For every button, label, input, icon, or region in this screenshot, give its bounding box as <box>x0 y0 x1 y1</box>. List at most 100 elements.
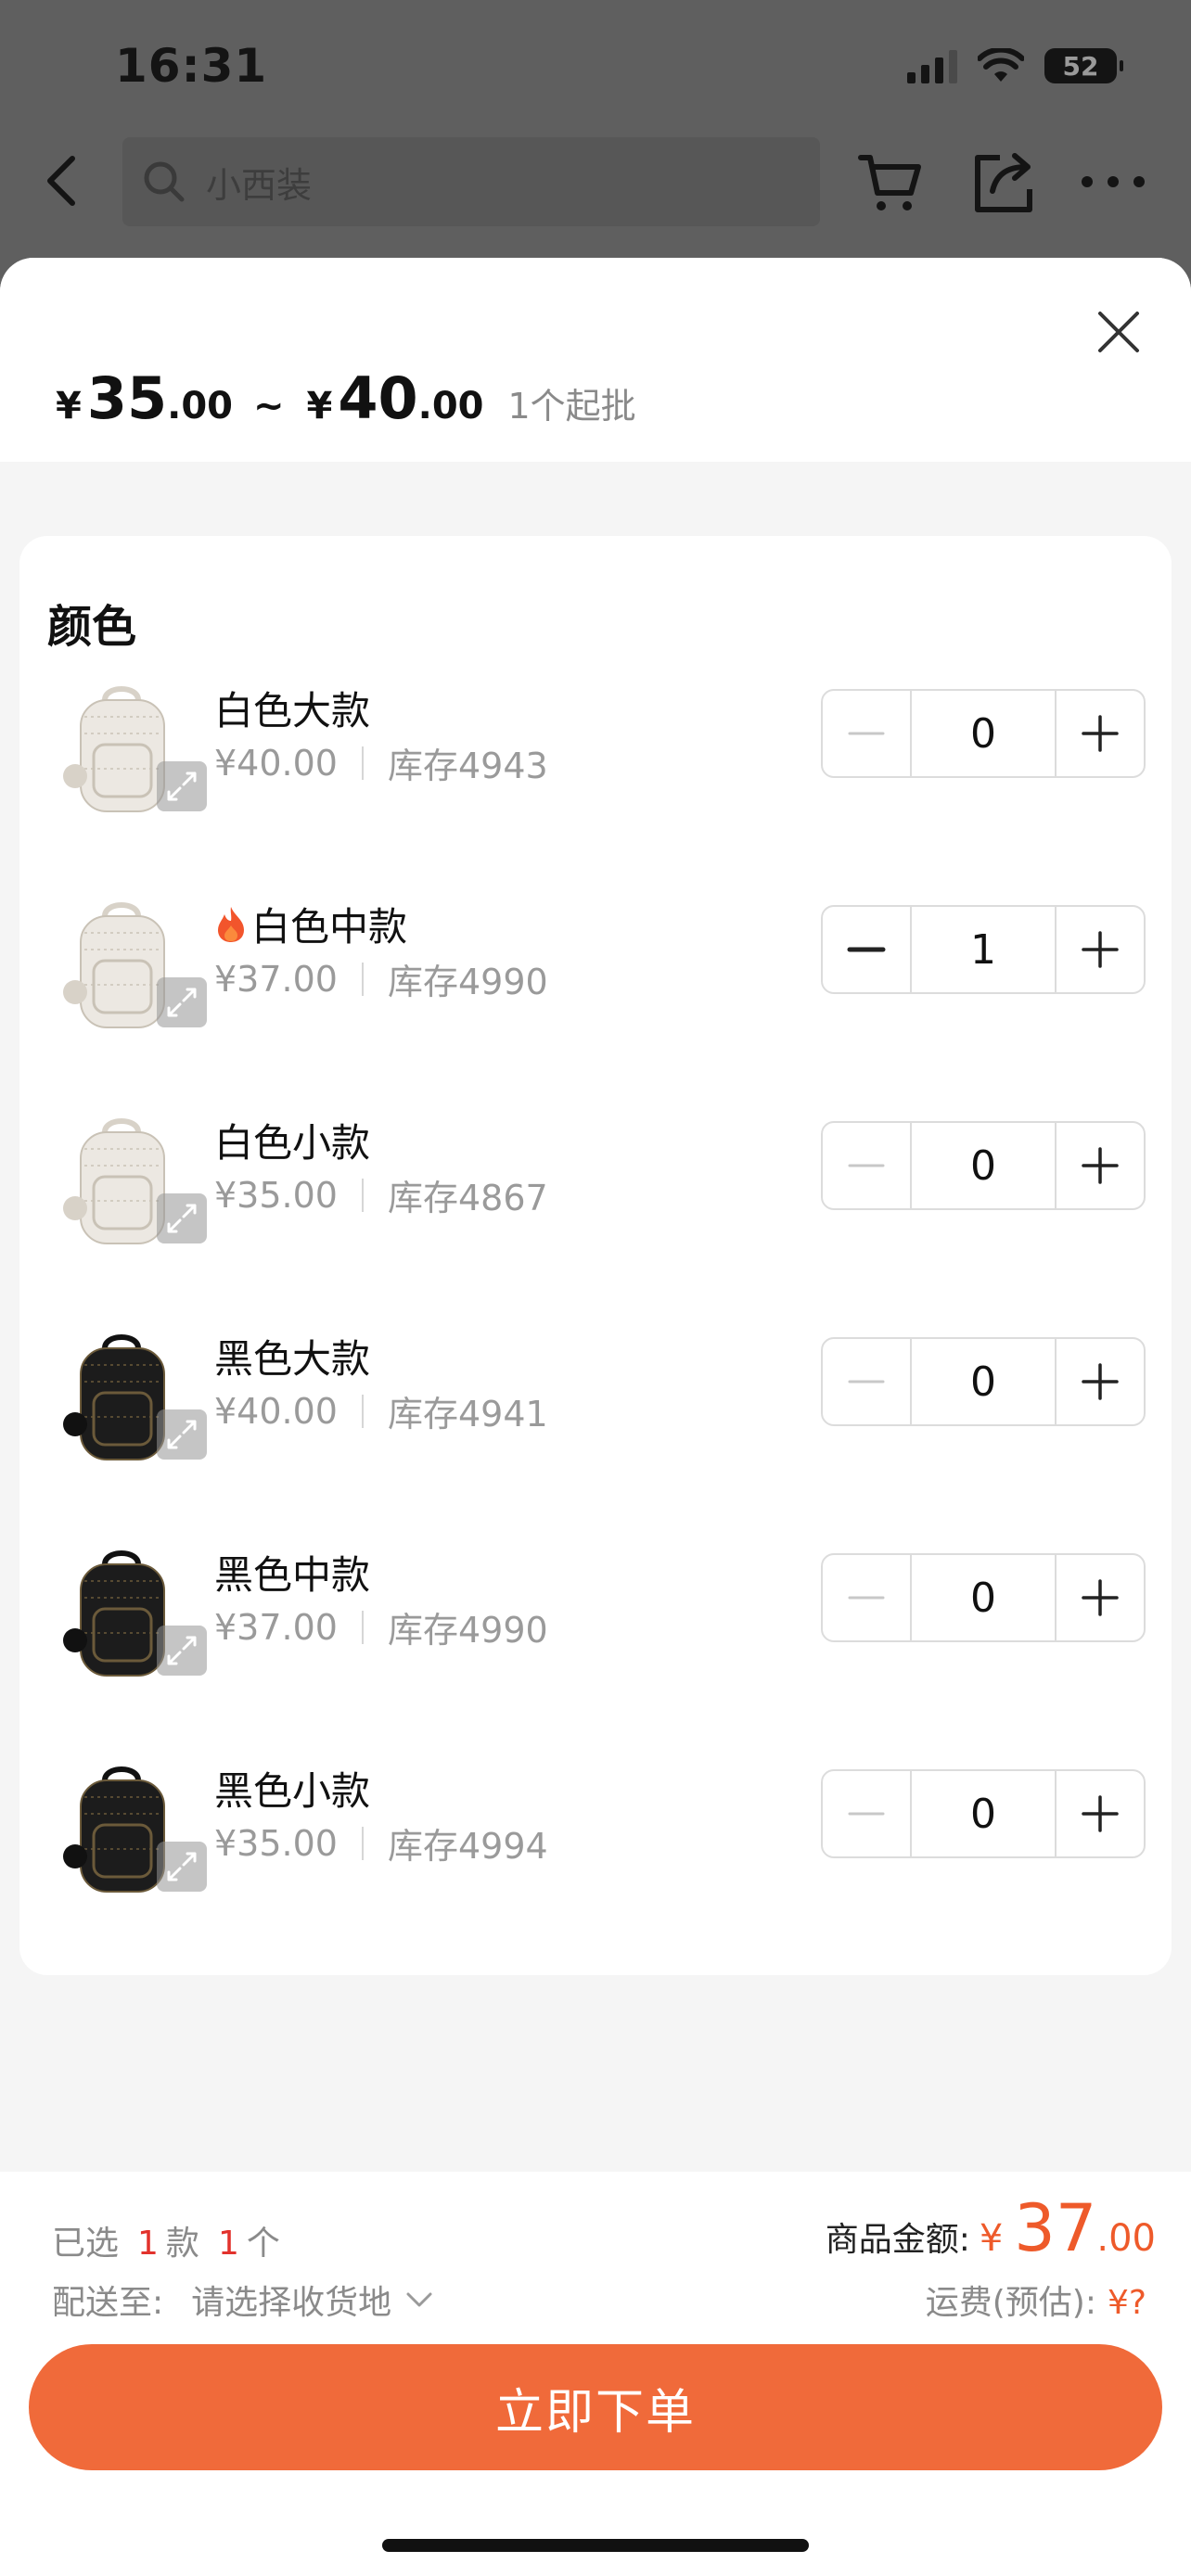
variant-name: 黑色中款 <box>214 1544 370 1600</box>
quantity-value[interactable]: 0 <box>910 1339 1057 1424</box>
cart-icon[interactable] <box>857 148 924 215</box>
expand-icon[interactable] <box>157 1193 207 1243</box>
variant-name-text: 黑色中款 <box>214 1552 371 1598</box>
quantity-value[interactable]: 0 <box>910 1771 1057 1856</box>
variant-price: ¥40.00 <box>214 1390 338 1432</box>
ship-to-selector[interactable]: 配送至: 请选择收货地 <box>52 2276 436 2324</box>
chevron-down-icon <box>406 2292 432 2307</box>
selected-item-count: 1 <box>217 2225 239 2263</box>
divider <box>361 1610 364 1644</box>
divider <box>361 962 364 996</box>
quantity-stepper: 0 <box>821 1553 1146 1642</box>
variant-name-text: 白色小款 <box>214 1120 371 1166</box>
section-title: 颜色 <box>47 601 137 653</box>
variant-price: ¥35.00 <box>214 1174 338 1216</box>
hot-flame-icon <box>218 906 244 942</box>
variant-row: 黑色中款 ¥37.00 库存4990 0 <box>19 1544 1172 1711</box>
price-max-decimal: .00 <box>417 385 484 427</box>
increment-button[interactable] <box>1057 907 1144 992</box>
variant-row: 白色大款 ¥40.00 库存4943 0 <box>19 680 1172 847</box>
quantity-value[interactable]: 1 <box>910 907 1057 992</box>
price-max-integer: 40 <box>338 364 418 432</box>
close-icon[interactable] <box>1093 306 1145 358</box>
place-order-button[interactable]: 立即下单 <box>29 2344 1162 2470</box>
share-icon[interactable] <box>972 148 1035 215</box>
currency-symbol: ¥ <box>56 385 82 427</box>
divider <box>361 1826 364 1860</box>
freight-label: 运费(预估): <box>925 2284 1096 2322</box>
variant-meta: ¥37.00 库存4990 <box>214 1601 548 1652</box>
variant-name-text: 黑色小款 <box>214 1768 371 1814</box>
variant-row: 黑色大款 ¥40.00 库存4941 0 <box>19 1328 1172 1495</box>
variant-name: 黑色小款 <box>214 1760 370 1817</box>
min-order-label: 1个起批 <box>507 386 636 427</box>
increment-button[interactable] <box>1057 691 1144 776</box>
freight-estimate: 运费(预估): ¥? <box>926 2276 1146 2324</box>
goods-amount: 商品金额: ¥ 37 .00 <box>826 2190 1156 2266</box>
home-indicator <box>382 2539 809 2552</box>
cellular-signal-icon <box>907 48 957 83</box>
decrement-button[interactable] <box>823 907 910 992</box>
product-thumbnail[interactable] <box>57 1544 207 1683</box>
price-min-integer: 35 <box>86 364 168 432</box>
order-footer: 已选 1 款 1 个 商品金额: ¥ 37 .00 配送至: 请选择收货地 运费(预估)… <box>0 2172 1191 2576</box>
wifi-icon <box>978 48 1024 82</box>
amount-currency: ¥ <box>979 2217 1004 2260</box>
styles-unit: 款 <box>165 2225 199 2263</box>
expand-icon[interactable] <box>157 1409 207 1460</box>
minus-icon <box>848 1380 885 1384</box>
expand-icon[interactable] <box>157 1842 207 1892</box>
product-thumbnail[interactable] <box>57 1328 207 1467</box>
selected-styles-count: 1 <box>137 2225 159 2263</box>
product-thumbnail[interactable] <box>57 1112 207 1251</box>
amount-decimal: .00 <box>1096 2217 1156 2260</box>
decrement-button[interactable] <box>823 1339 910 1424</box>
variant-name: 白色小款 <box>214 1112 370 1168</box>
expand-icon[interactable] <box>157 761 207 811</box>
back-arrow-icon[interactable] <box>43 153 80 209</box>
increment-button[interactable] <box>1057 1339 1144 1424</box>
selection-summary: 已选 1 款 1 个 <box>52 2216 280 2264</box>
variant-stock: 库存4867 <box>387 1178 548 1218</box>
minus-icon <box>847 947 886 952</box>
count-unit: 个 <box>246 2225 280 2263</box>
increment-button[interactable] <box>1057 1771 1144 1856</box>
variant-name: 白色大款 <box>214 680 370 736</box>
variant-name: 白色中款 <box>214 896 407 952</box>
decrement-button[interactable] <box>823 691 910 776</box>
quantity-stepper: 0 <box>821 689 1146 778</box>
decrement-button[interactable] <box>823 1555 910 1640</box>
expand-icon[interactable] <box>157 1626 207 1676</box>
product-thumbnail[interactable] <box>57 1760 207 1899</box>
status-icons: 52 <box>907 48 1123 83</box>
variant-meta: ¥35.00 库存4867 <box>214 1169 548 1220</box>
product-thumbnail[interactable] <box>57 896 207 1035</box>
minus-icon <box>848 1812 885 1816</box>
decrement-button[interactable] <box>823 1771 910 1856</box>
minus-icon <box>848 1164 885 1167</box>
amount-label: 商品金额: <box>825 2221 970 2259</box>
quantity-value[interactable]: 0 <box>910 1123 1057 1208</box>
plus-icon <box>1082 931 1119 968</box>
battery-icon: 52 <box>1044 48 1123 83</box>
search-icon <box>144 161 185 202</box>
divider <box>361 1394 364 1428</box>
minus-icon <box>848 1596 885 1600</box>
quantity-value[interactable]: 0 <box>910 691 1057 776</box>
freight-value: ¥? <box>1107 2284 1146 2322</box>
variant-price: ¥37.00 <box>214 958 338 1000</box>
variant-meta: ¥37.00 库存4990 <box>214 953 548 1004</box>
product-thumbnail[interactable] <box>57 680 207 819</box>
quantity-value[interactable]: 0 <box>910 1555 1057 1640</box>
decrement-button[interactable] <box>823 1123 910 1208</box>
expand-icon[interactable] <box>157 977 207 1027</box>
variant-stock: 库存4943 <box>387 746 548 786</box>
price-range: ¥ 35 .00 ~ ¥ 40 .00 1个起批 <box>56 364 636 432</box>
more-icon[interactable] <box>1080 174 1146 189</box>
variant-row: 白色中款 ¥37.00 库存4990 1 <box>19 896 1172 1063</box>
variant-meta: ¥40.00 库存4941 <box>214 1385 548 1436</box>
search-placeholder: 小西装 <box>206 164 313 206</box>
increment-button[interactable] <box>1057 1555 1144 1640</box>
search-input[interactable]: 小西装 <box>122 137 820 226</box>
increment-button[interactable] <box>1057 1123 1144 1208</box>
